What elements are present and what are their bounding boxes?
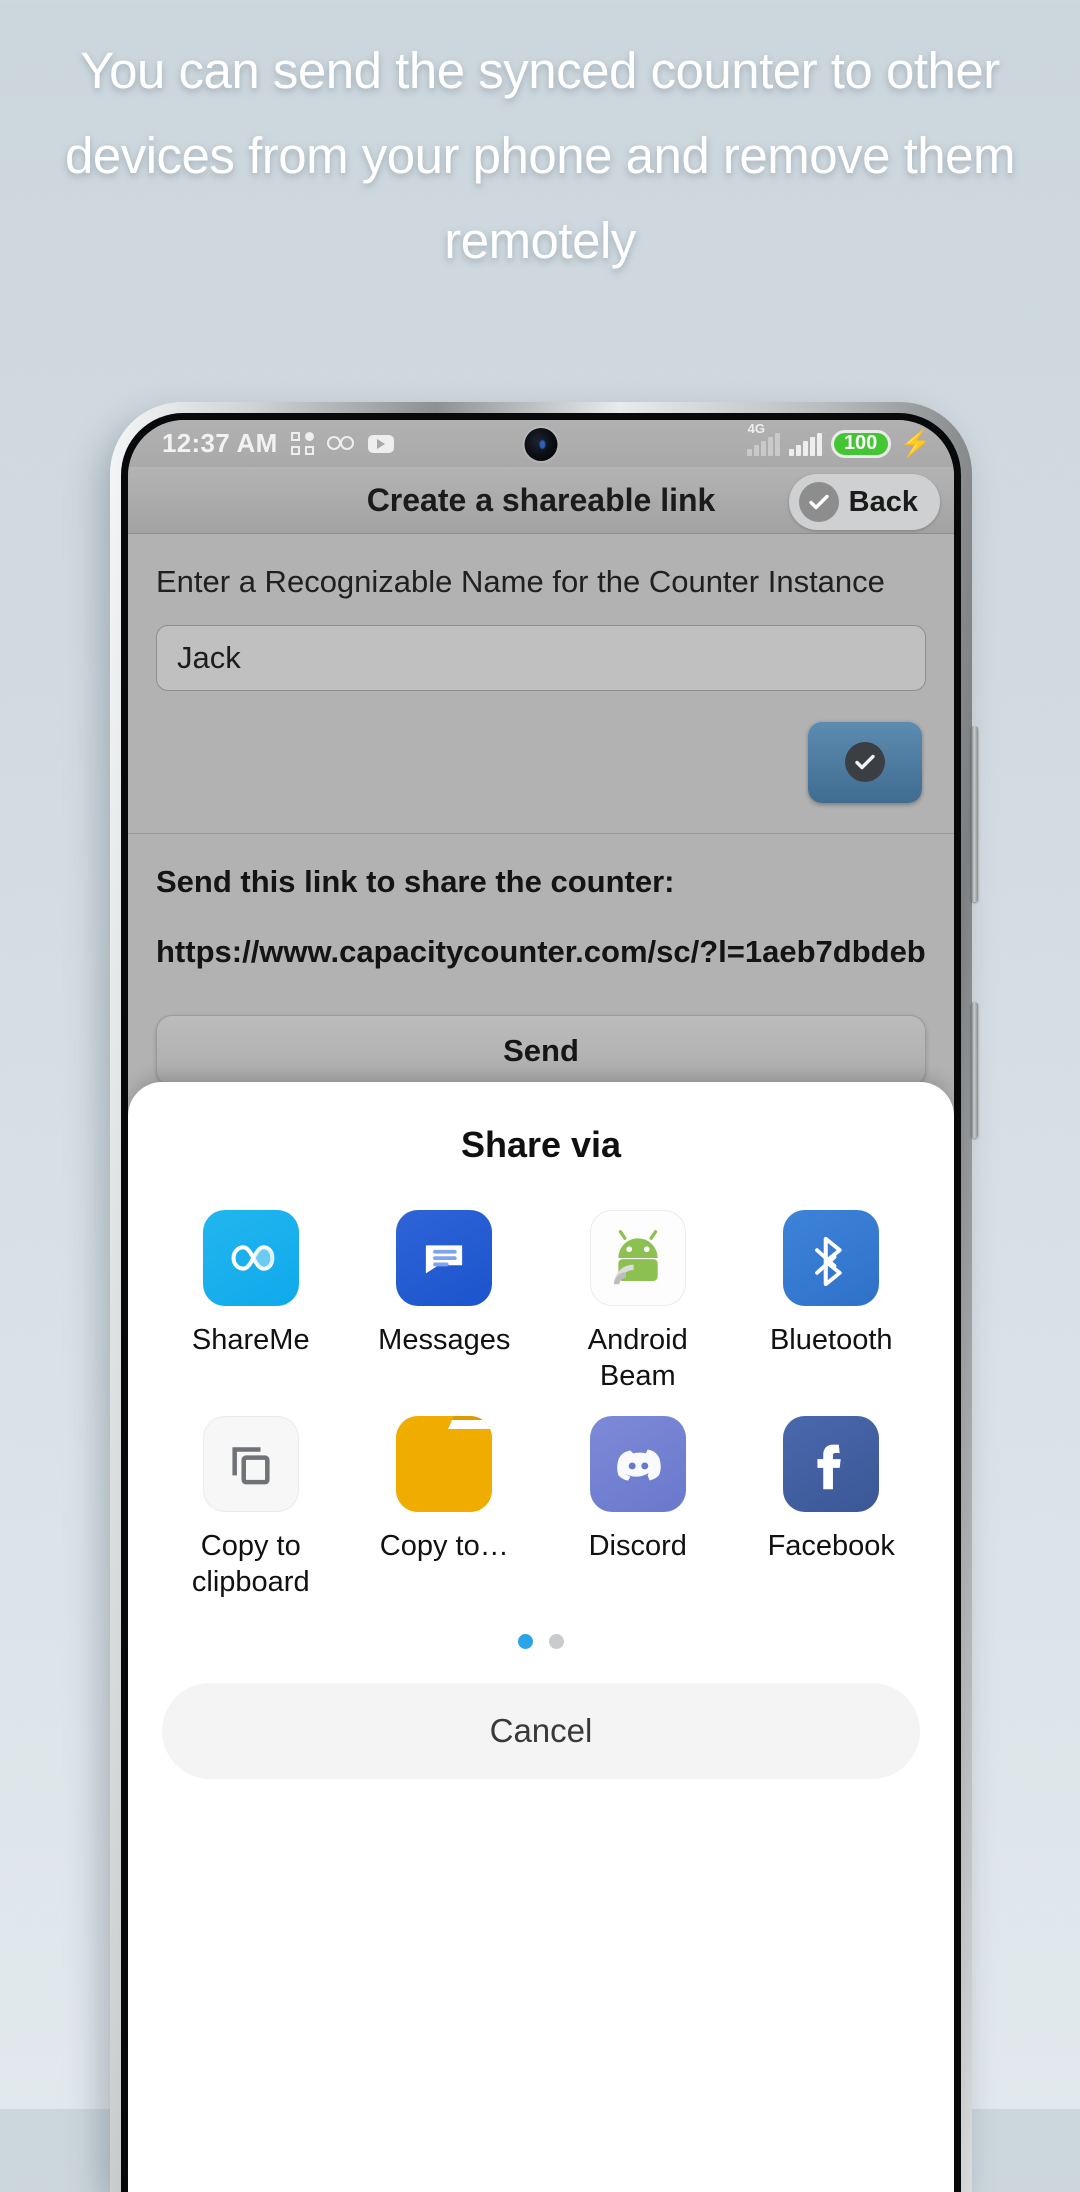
phone-bezel: 12:37 AM 4G 100 ⚡ Create a shareable lin… <box>121 413 961 2192</box>
share-target-copy-to[interactable]: Copy to… <box>348 1416 542 1600</box>
share-target-facebook[interactable]: Facebook <box>735 1416 929 1600</box>
share-target-bluetooth[interactable]: Bluetooth <box>735 1210 929 1394</box>
confirm-row <box>156 721 926 803</box>
app-content: Enter a Recognizable Name for the Counte… <box>128 534 954 1086</box>
share-target-messages[interactable]: Messages <box>348 1210 542 1394</box>
page-indicator <box>128 1634 954 1649</box>
app-grid-icon <box>290 432 314 455</box>
page-title: Create a shareable link <box>366 481 716 518</box>
name-section: Enter a Recognizable Name for the Counte… <box>128 534 954 834</box>
phone-frame-mockup: 12:37 AM 4G 100 ⚡ Create a shareable lin… <box>110 402 978 2192</box>
youtube-icon <box>367 434 394 453</box>
discord-icon <box>589 1416 686 1512</box>
app-header: Create a shareable link Back <box>128 467 954 534</box>
share-target-label: Messages <box>378 1324 511 1356</box>
status-bar: 12:37 AM 4G 100 ⚡ <box>128 420 954 467</box>
share-target-grid: ShareMe Messages Android Beam Bluetooth … <box>128 1210 954 1600</box>
signal-icon-sim2 <box>788 432 822 456</box>
promo-headline: You can send the synced counter to other… <box>65 42 1016 269</box>
messages-icon <box>396 1210 493 1306</box>
share-target-label: Bluetooth <box>769 1324 893 1356</box>
link-section-title: Send this link to share the counter: <box>156 864 675 899</box>
battery-badge: 100 <box>830 429 891 458</box>
share-sheet-title: Share via <box>460 1124 622 1165</box>
signal-icon-sim1: 4G <box>746 421 780 456</box>
volume-button[interactable] <box>971 726 978 902</box>
front-camera-punch-hole <box>524 428 558 461</box>
status-bar-right: 4G 100 ⚡ <box>746 421 932 459</box>
voicemail-icon <box>326 435 355 452</box>
link-section: Send this link to share the counter: htt… <box>128 834 954 973</box>
share-target-label: Android Beam <box>587 1324 688 1392</box>
share-sheet: Share via ShareMe Messages Android Beam … <box>128 1082 954 2192</box>
share-target-label: Copy to clipboard <box>191 1530 310 1598</box>
cancel-button[interactable]: Cancel <box>162 1683 920 1779</box>
name-field-label: Enter a Recognizable Name for the Counte… <box>156 564 885 599</box>
shareme-icon <box>202 1210 299 1306</box>
share-target-copy-to-clipboard[interactable]: Copy to clipboard <box>154 1416 348 1600</box>
check-circle-icon <box>798 482 839 522</box>
android-beam-icon <box>589 1210 686 1306</box>
share-target-label: ShareMe <box>191 1324 310 1356</box>
network-type-label: 4G <box>747 420 765 436</box>
share-target-label: Discord <box>588 1530 687 1562</box>
share-target-discord[interactable]: Discord <box>541 1416 735 1600</box>
check-circle-icon <box>845 742 885 782</box>
bluetooth-icon <box>783 1210 880 1306</box>
share-target-label: Facebook <box>767 1530 895 1562</box>
page-dot[interactable] <box>549 1634 564 1649</box>
share-target-label: Copy to… <box>379 1530 509 1562</box>
charging-bolt-icon: ⚡ <box>899 428 932 458</box>
status-bar-left: 12:37 AM <box>162 428 394 459</box>
back-button[interactable]: Back <box>788 474 940 530</box>
power-button[interactable] <box>971 1002 978 1138</box>
phone-screen: 12:37 AM 4G 100 ⚡ Create a shareable lin… <box>128 420 954 2192</box>
share-target-shareme[interactable]: ShareMe <box>154 1210 348 1394</box>
back-button-label: Back <box>848 485 918 518</box>
status-clock: 12:37 AM <box>162 428 278 458</box>
facebook-icon <box>783 1416 880 1512</box>
send-button[interactable]: Send <box>156 1015 926 1086</box>
share-target-android-beam[interactable]: Android Beam <box>541 1210 735 1394</box>
page-dot-active[interactable] <box>518 1634 533 1649</box>
shareable-link-url[interactable]: https://www.capacitycounter.com/sc/?l=1a… <box>156 930 926 973</box>
counter-name-input[interactable]: Jack <box>156 625 926 691</box>
copy-clipboard-icon <box>202 1416 299 1512</box>
confirm-name-button[interactable] <box>808 721 922 803</box>
folder-icon <box>396 1416 493 1512</box>
